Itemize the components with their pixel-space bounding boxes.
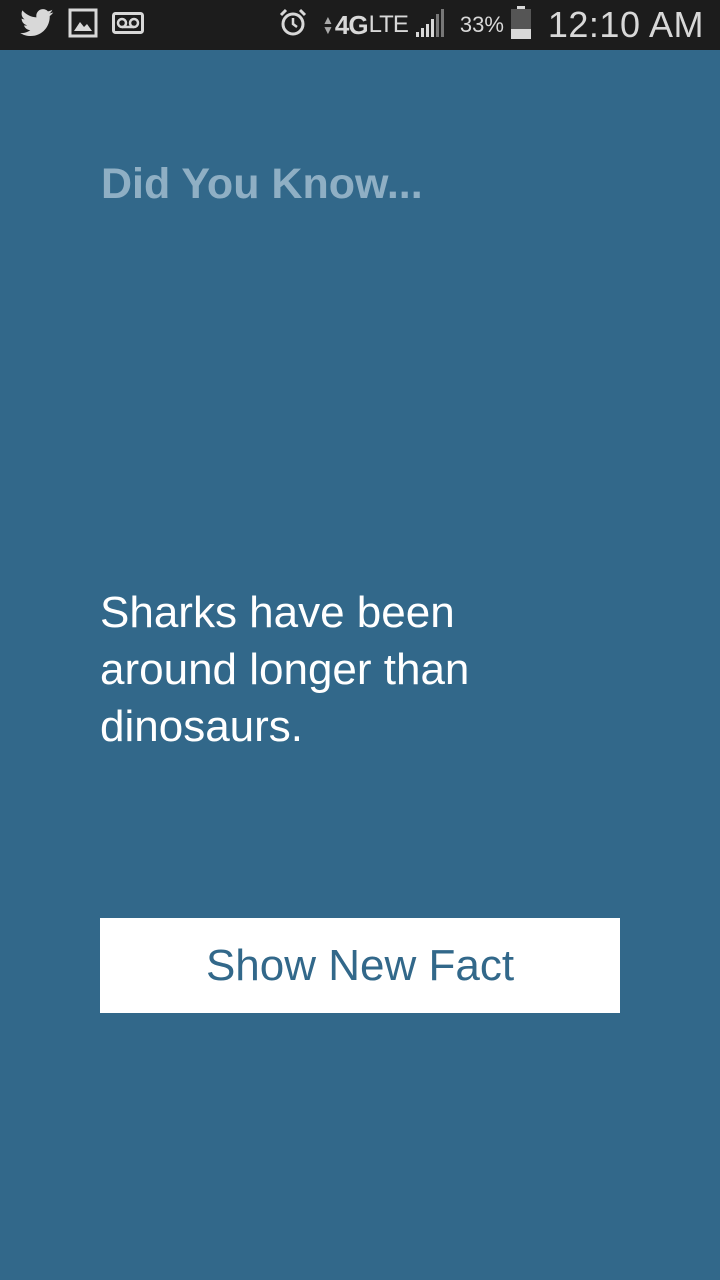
- voicemail-icon: [112, 11, 144, 39]
- image-icon: [68, 8, 98, 43]
- battery-percentage: 33%: [459, 12, 504, 37]
- signal-strength-icon: [414, 8, 448, 43]
- status-clock: 12:10 AM: [547, 4, 704, 45]
- network-subtype: LTE: [368, 11, 409, 38]
- data-activity-icon: ▲ ▼: [322, 13, 334, 37]
- show-new-fact-button[interactable]: Show New Fact: [100, 918, 620, 1013]
- alarm-clock-icon: [278, 8, 308, 43]
- notification-icons: [20, 8, 144, 42]
- network-type-indicator: ▲ ▼ 4G LTE: [322, 9, 409, 41]
- network-type: 4G: [334, 9, 369, 40]
- did-you-know-heading: Did You Know...: [101, 160, 423, 208]
- battery-icon: [510, 5, 532, 45]
- app-screen: ▲ ▼ 4G LTE 33% 12:10 AM Did You Know... …: [0, 0, 720, 1280]
- status-bar: ▲ ▼ 4G LTE 33% 12:10 AM: [0, 0, 720, 50]
- twitter-icon: [20, 8, 54, 42]
- system-indicators: ▲ ▼ 4G LTE 33% 12:10 AM: [278, 0, 704, 50]
- fact-text: Sharks have been around longer than dino…: [100, 588, 470, 751]
